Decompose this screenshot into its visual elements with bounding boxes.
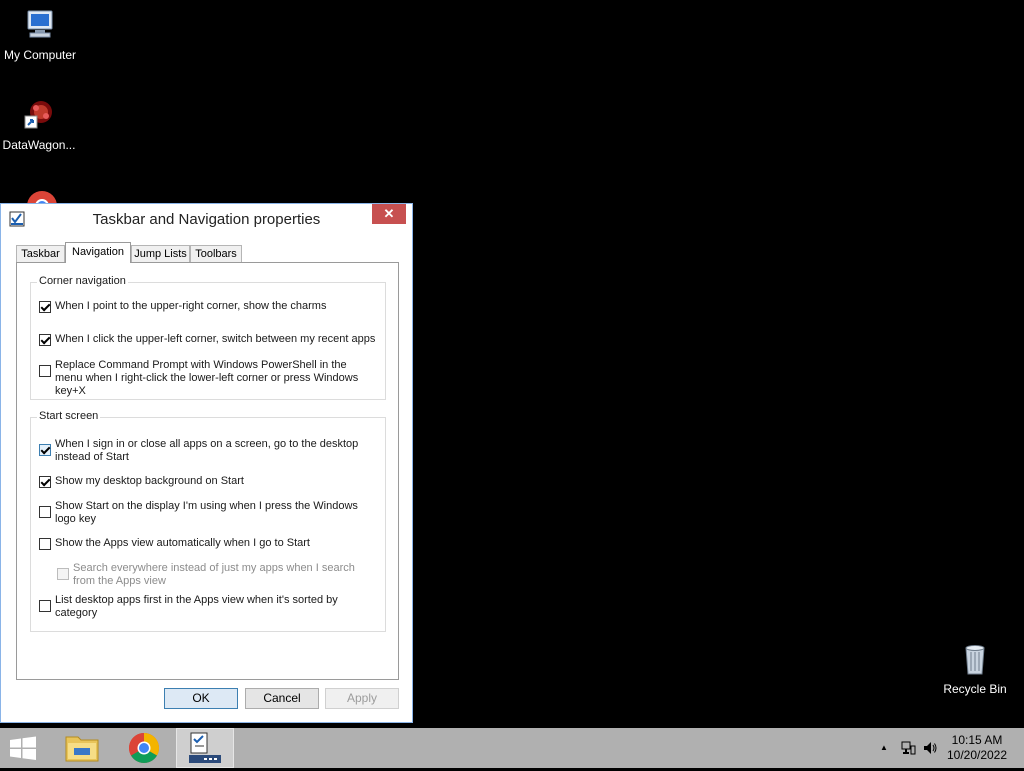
group-title: Corner navigation	[37, 275, 128, 287]
checkbox-label: When I point to the upper-right corner, …	[55, 300, 327, 312]
checkbox[interactable]	[39, 365, 51, 377]
checkbox-label: Search everywhere instead of just my app…	[73, 562, 355, 587]
tab-navigation[interactable]: Navigation	[65, 242, 131, 263]
corner-navigation-group: Corner navigation When I point to the up…	[30, 275, 386, 400]
checkbox-show-start-on-display[interactable]: Show Start on the display I'm using when…	[39, 500, 374, 526]
taskbar-properties-window[interactable]	[176, 728, 234, 768]
checkbox-replace-command-prompt[interactable]: Replace Command Prompt with Windows Powe…	[39, 359, 369, 398]
checkbox-list-desktop-apps-first[interactable]: List desktop apps first in the Apps view…	[39, 594, 359, 620]
properties-icon	[189, 732, 221, 763]
checkbox-label: Show my desktop background on Start	[55, 475, 244, 487]
recycle-bin-icon	[957, 642, 993, 678]
checkbox[interactable]	[39, 334, 51, 346]
checkbox-desktop-background[interactable]: Show my desktop background on Start	[39, 475, 244, 488]
checkbox-label: List desktop apps first in the Apps view…	[55, 594, 338, 619]
navigation-tab-panel: Corner navigation When I point to the up…	[16, 262, 399, 680]
checkbox-go-to-desktop[interactable]: When I sign in or close all apps on a sc…	[39, 438, 359, 464]
network-icon[interactable]	[900, 740, 916, 759]
taskbar-chrome[interactable]	[116, 728, 172, 768]
computer-icon	[22, 8, 58, 44]
checkbox[interactable]	[39, 506, 51, 518]
desktop-icon-recycle-bin[interactable]: Recycle Bin	[935, 642, 1015, 696]
checkbox-label: Show Start on the display I'm using when…	[55, 500, 358, 525]
tab-taskbar[interactable]: Taskbar	[16, 245, 65, 262]
start-screen-group: Start screen When I sign in or close all…	[30, 410, 386, 632]
folder-icon	[65, 736, 99, 762]
volume-icon[interactable]	[922, 740, 938, 759]
tab-jump-lists[interactable]: Jump Lists	[131, 245, 190, 262]
close-icon: ✕	[383, 206, 395, 221]
group-title: Start screen	[37, 410, 101, 422]
cancel-button[interactable]: Cancel	[245, 688, 319, 709]
checkbox[interactable]	[39, 600, 51, 612]
checkbox	[57, 568, 69, 580]
taskbar-file-explorer[interactable]	[54, 728, 110, 768]
apply-button[interactable]: Apply	[325, 688, 399, 709]
windows-logo-icon	[10, 736, 36, 760]
desktop-icon-my-computer[interactable]: My Computer	[0, 8, 80, 62]
checkbox-label: Show the Apps view automatically when I …	[55, 537, 310, 549]
clock[interactable]: 10:15 AM 10/20/2022	[942, 733, 1012, 763]
checkbox-switch-recent-apps[interactable]: When I click the upper-left corner, swit…	[39, 333, 375, 346]
dialog-titlebar[interactable]: Taskbar and Navigation properties ✕	[1, 204, 412, 234]
checkbox-apps-view-auto[interactable]: Show the Apps view automatically when I …	[39, 537, 310, 550]
system-tray: ▲ 10:15 AM 10/20/2022	[864, 728, 1024, 768]
checkbox[interactable]	[39, 538, 51, 550]
datawagon-icon	[21, 98, 57, 134]
desktop-icon-label: My Computer	[3, 48, 77, 62]
taskbar: ▲ 10:15 AM 10/20/2022	[0, 728, 1024, 768]
checkbox-label: Replace Command Prompt with Windows Powe…	[55, 359, 359, 397]
dialog-title: Taskbar and Navigation properties	[92, 211, 321, 228]
chrome-icon	[128, 733, 160, 764]
clock-date: 10/20/2022	[946, 748, 1008, 762]
start-button[interactable]	[0, 728, 46, 768]
checkbox-show-charms[interactable]: When I point to the upper-right corner, …	[39, 300, 326, 313]
checkbox[interactable]	[39, 301, 51, 313]
tab-toolbars[interactable]: Toolbars	[190, 245, 242, 262]
checkbox-search-everywhere: Search everywhere instead of just my app…	[57, 562, 357, 588]
taskbar-navigation-dialog: Taskbar and Navigation properties ✕ Task…	[0, 203, 413, 723]
checkbox[interactable]	[39, 476, 51, 488]
desktop-icon-datawagon[interactable]: DataWagon...	[0, 98, 79, 152]
clock-time: 10:15 AM	[951, 733, 1003, 747]
desktop-icon-label: DataWagon...	[2, 138, 76, 152]
close-button[interactable]: ✕	[372, 204, 406, 224]
checkbox-label: When I click the upper-left corner, swit…	[55, 333, 376, 345]
checkbox[interactable]	[39, 444, 51, 456]
desktop-icon-label: Recycle Bin	[943, 682, 1007, 696]
ok-button[interactable]: OK	[164, 688, 238, 709]
show-hidden-icons-icon[interactable]: ▲	[880, 743, 888, 752]
checkbox-label: When I sign in or close all apps on a sc…	[55, 438, 359, 463]
